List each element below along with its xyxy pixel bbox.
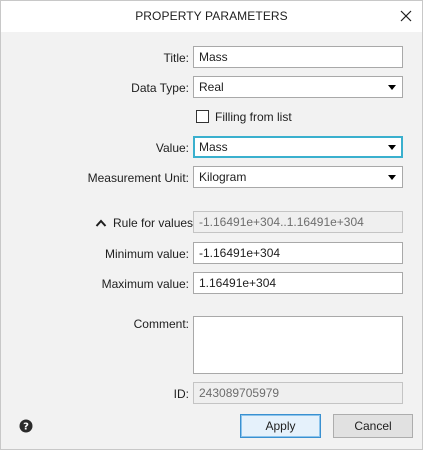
- id-field: 243089705979: [193, 382, 403, 404]
- maximum-value-input[interactable]: 1.16491e+304: [193, 272, 403, 294]
- comment-textarea[interactable]: [193, 316, 403, 374]
- value-select[interactable]: Mass: [193, 136, 403, 158]
- title-label: Title:: [163, 51, 189, 65]
- rule-label: Rule for values: [113, 216, 194, 230]
- rule-field: -1.16491e+304..1.16491e+304: [193, 211, 403, 233]
- help-icon: ?: [19, 419, 33, 433]
- measurement-unit-select[interactable]: Kilogram: [193, 166, 403, 188]
- chevron-down-icon: [388, 145, 396, 150]
- value-select-value: Mass: [199, 140, 228, 154]
- title-input-value: Mass: [199, 50, 228, 64]
- close-button[interactable]: [396, 6, 416, 26]
- maximum-value-label: Maximum value:: [101, 277, 189, 291]
- minimum-value-text: -1.16491e+304: [199, 246, 281, 260]
- title-input[interactable]: Mass: [193, 46, 403, 68]
- filling-from-list-label: Filling from list: [215, 110, 292, 124]
- minimum-value-label: Minimum value:: [104, 247, 189, 261]
- close-icon: [400, 10, 412, 22]
- measurement-unit-value: Kilogram: [199, 170, 247, 184]
- chevron-down-icon: [388, 175, 396, 180]
- maximum-value-text: 1.16491e+304: [199, 276, 277, 290]
- help-button[interactable]: ?: [19, 419, 33, 433]
- property-parameters-dialog: PROPERTY PARAMETERS Title: Mass Data Typ…: [0, 0, 423, 450]
- id-value: 243089705979: [199, 386, 280, 400]
- data-type-select[interactable]: Real: [193, 76, 403, 98]
- chevron-up-icon: [95, 219, 107, 227]
- title-bar: PROPERTY PARAMETERS: [1, 1, 422, 32]
- rule-toggle-button[interactable]: [95, 217, 107, 227]
- measurement-unit-label: Measurement Unit:: [87, 171, 189, 185]
- comment-label: Comment:: [133, 317, 189, 331]
- id-label: ID:: [173, 387, 189, 401]
- rule-value: -1.16491e+304..1.16491e+304: [199, 215, 364, 229]
- dialog-title: PROPERTY PARAMETERS: [135, 9, 288, 23]
- data-type-label: Data Type:: [131, 81, 189, 95]
- data-type-value: Real: [199, 80, 224, 94]
- value-label: Value:: [155, 141, 189, 155]
- svg-text:?: ?: [23, 422, 29, 433]
- minimum-value-input[interactable]: -1.16491e+304: [193, 242, 403, 264]
- chevron-down-icon: [388, 85, 396, 90]
- cancel-button[interactable]: Cancel: [333, 414, 413, 438]
- filling-from-list-checkbox[interactable]: [196, 110, 209, 123]
- apply-button[interactable]: Apply: [240, 414, 321, 438]
